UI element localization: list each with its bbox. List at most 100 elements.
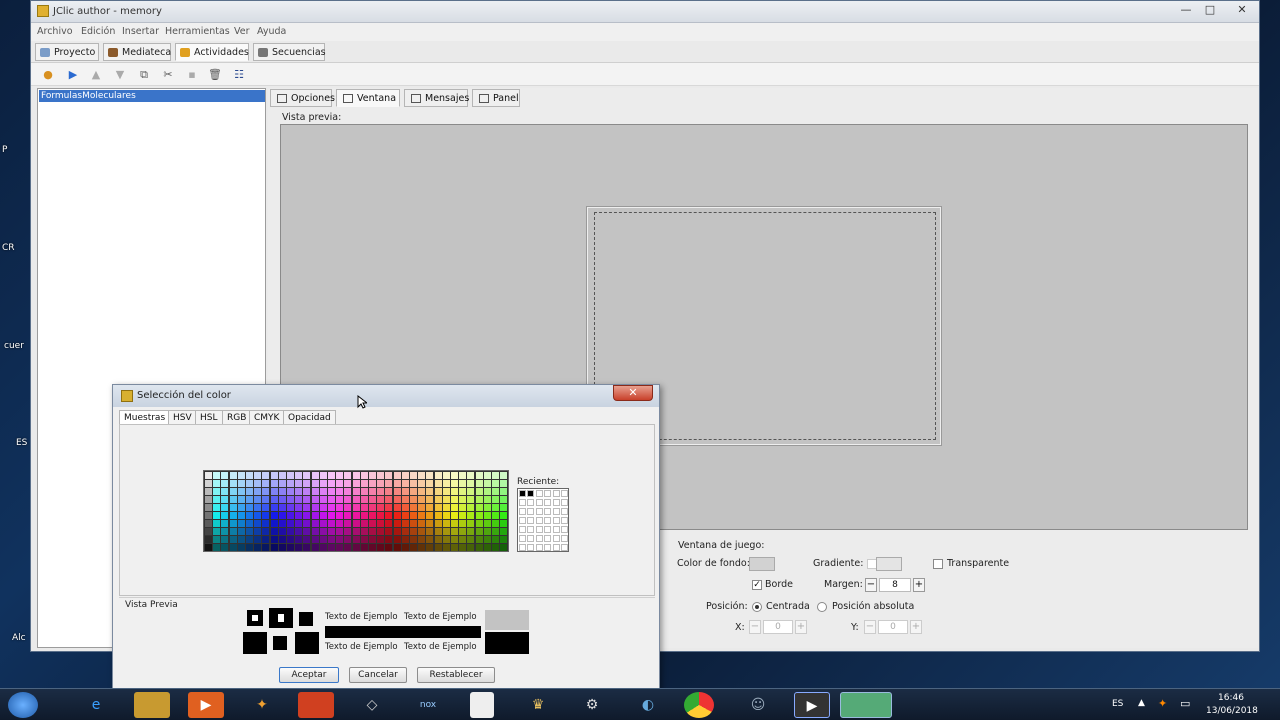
color-swatch[interactable] bbox=[295, 528, 303, 535]
color-swatch[interactable] bbox=[401, 520, 409, 527]
color-swatch[interactable] bbox=[254, 512, 262, 519]
color-swatch[interactable] bbox=[500, 480, 508, 487]
color-swatch[interactable] bbox=[287, 488, 294, 495]
color-swatch[interactable] bbox=[451, 520, 458, 527]
color-swatch[interactable] bbox=[352, 480, 360, 487]
color-swatch[interactable] bbox=[442, 496, 450, 503]
color-swatch[interactable] bbox=[278, 496, 286, 503]
color-swatch[interactable] bbox=[246, 512, 253, 519]
recent-swatch[interactable] bbox=[552, 526, 560, 533]
color-swatch[interactable] bbox=[360, 488, 368, 495]
color-swatch[interactable] bbox=[410, 520, 417, 527]
color-swatch[interactable] bbox=[344, 512, 352, 519]
color-swatch[interactable] bbox=[475, 496, 483, 503]
color-swatch[interactable] bbox=[483, 488, 491, 495]
color-swatch[interactable] bbox=[262, 480, 270, 487]
clock-time[interactable]: 16:46 bbox=[1218, 693, 1244, 703]
x-stepper[interactable]: − 0 + bbox=[749, 620, 809, 634]
color-swatch[interactable] bbox=[369, 512, 376, 519]
recent-swatch[interactable] bbox=[561, 544, 568, 551]
color-swatch[interactable] bbox=[483, 544, 491, 551]
recent-swatch[interactable] bbox=[561, 499, 568, 506]
color-swatch[interactable] bbox=[336, 504, 344, 511]
tab-opacidad[interactable]: Opacidad bbox=[283, 410, 336, 425]
delete-icon[interactable]: 🗑 bbox=[208, 68, 222, 81]
color-swatch[interactable] bbox=[418, 480, 426, 487]
tab-mensajes[interactable]: Mensajes bbox=[404, 89, 469, 107]
chrome-icon[interactable] bbox=[684, 692, 714, 718]
color-swatch[interactable] bbox=[221, 536, 229, 543]
network-icon[interactable]: ▭ bbox=[1180, 697, 1190, 710]
y-value[interactable]: 0 bbox=[878, 620, 908, 634]
color-swatch[interactable] bbox=[385, 496, 393, 503]
color-swatch[interactable] bbox=[295, 536, 303, 543]
cut-icon[interactable]: ✂ bbox=[161, 68, 175, 81]
color-swatch[interactable] bbox=[254, 488, 262, 495]
color-swatch[interactable] bbox=[262, 488, 270, 495]
color-swatch[interactable] bbox=[205, 536, 212, 543]
color-swatch[interactable] bbox=[246, 520, 253, 527]
color-swatch[interactable] bbox=[344, 544, 352, 551]
color-swatch[interactable] bbox=[278, 504, 286, 511]
color-swatch[interactable] bbox=[360, 496, 368, 503]
color-swatch[interactable] bbox=[303, 496, 311, 503]
color-swatch[interactable] bbox=[360, 480, 368, 487]
color-swatch[interactable] bbox=[311, 488, 319, 495]
close-button[interactable]: ✕ bbox=[613, 385, 653, 401]
color-swatch[interactable] bbox=[336, 472, 344, 479]
ie-icon[interactable]: e bbox=[78, 692, 114, 718]
color-swatch[interactable] bbox=[442, 472, 450, 479]
tab-cmyk[interactable]: CMYK bbox=[249, 410, 285, 425]
color-swatch[interactable] bbox=[328, 520, 335, 527]
color-swatch[interactable] bbox=[205, 480, 212, 487]
color-swatch[interactable] bbox=[237, 472, 245, 479]
margin-value[interactable]: 8 bbox=[879, 578, 911, 592]
tab-opciones[interactable]: Opciones bbox=[270, 89, 335, 107]
color-swatch[interactable] bbox=[254, 528, 262, 535]
tab-actividades[interactable]: Actividades bbox=[175, 43, 249, 61]
maximize-button[interactable]: □ bbox=[1199, 3, 1221, 19]
color-swatch[interactable] bbox=[500, 472, 508, 479]
color-swatch[interactable] bbox=[492, 512, 499, 519]
color-swatch[interactable] bbox=[385, 472, 393, 479]
tab-secuencias[interactable]: Secuencias bbox=[253, 43, 326, 61]
recent-swatch[interactable] bbox=[561, 535, 568, 542]
color-swatch[interactable] bbox=[410, 504, 417, 511]
color-swatch[interactable] bbox=[336, 544, 344, 551]
color-swatch[interactable] bbox=[270, 472, 278, 479]
color-swatch[interactable] bbox=[418, 504, 426, 511]
color-swatch[interactable] bbox=[205, 472, 212, 479]
recent-swatch[interactable] bbox=[552, 490, 560, 497]
color-swatch[interactable] bbox=[237, 496, 245, 503]
color-swatch[interactable] bbox=[393, 488, 401, 495]
recent-swatch[interactable] bbox=[527, 517, 535, 524]
border-checkbox[interactable]: ✓ bbox=[752, 580, 762, 590]
color-swatch[interactable] bbox=[434, 496, 442, 503]
color-swatch[interactable] bbox=[401, 528, 409, 535]
nox-icon[interactable]: nox bbox=[410, 692, 446, 718]
color-swatch[interactable] bbox=[319, 488, 327, 495]
paste-icon[interactable]: ▪ bbox=[185, 68, 199, 81]
color-swatch[interactable] bbox=[459, 496, 467, 503]
tab-hsv[interactable]: HSV bbox=[168, 410, 197, 425]
explorer-icon[interactable] bbox=[134, 692, 170, 718]
color-swatch[interactable] bbox=[475, 472, 483, 479]
color-swatch[interactable] bbox=[270, 536, 278, 543]
color-swatch[interactable] bbox=[344, 504, 352, 511]
color-swatch-grid[interactable] bbox=[203, 470, 509, 552]
reset-button[interactable]: Restablecer bbox=[417, 667, 495, 683]
recent-swatch[interactable] bbox=[519, 526, 526, 533]
close-button[interactable]: ✕ bbox=[1231, 3, 1253, 19]
color-swatch[interactable] bbox=[213, 488, 221, 495]
recent-swatch[interactable] bbox=[561, 490, 568, 497]
color-swatch[interactable] bbox=[254, 536, 262, 543]
color-swatch[interactable] bbox=[213, 504, 221, 511]
color-swatch[interactable] bbox=[434, 504, 442, 511]
color-swatch[interactable] bbox=[311, 472, 319, 479]
color-swatch[interactable] bbox=[352, 488, 360, 495]
color-swatch[interactable] bbox=[254, 504, 262, 511]
recent-swatch[interactable] bbox=[519, 490, 526, 497]
color-swatch[interactable] bbox=[459, 480, 467, 487]
color-swatch[interactable] bbox=[369, 472, 376, 479]
color-swatch[interactable] bbox=[213, 496, 221, 503]
